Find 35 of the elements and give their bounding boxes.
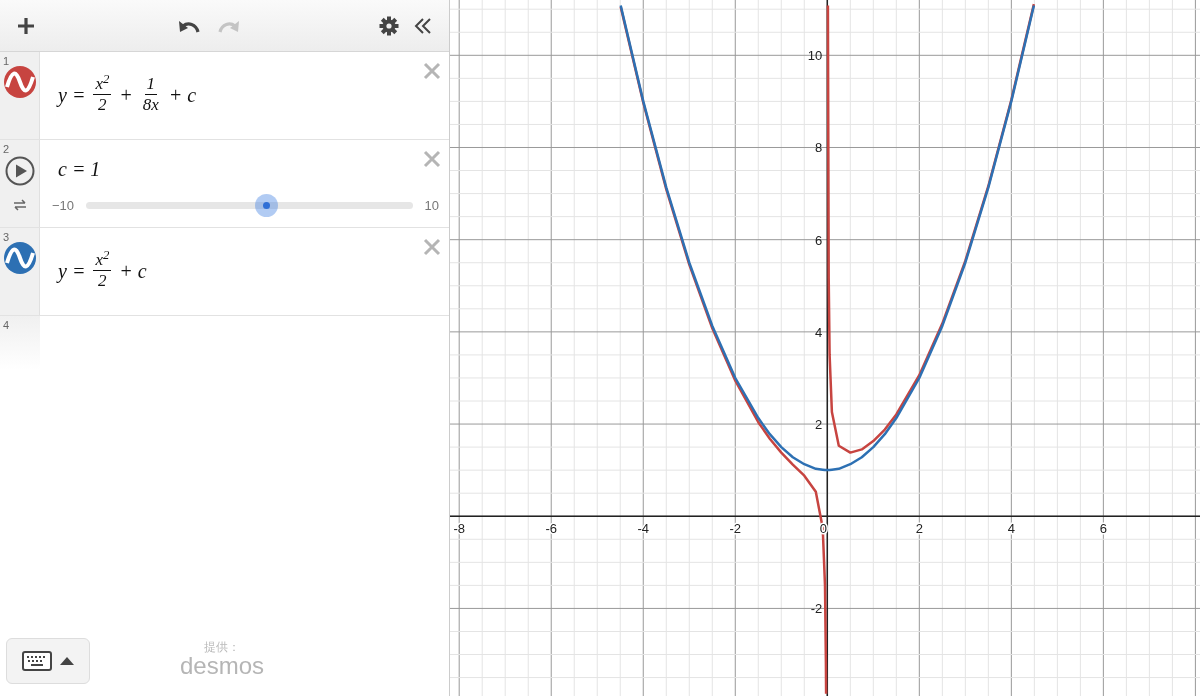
curve-toggle-icon[interactable] <box>3 242 36 274</box>
y-tick-label: 8 <box>815 140 823 156</box>
x-tick-label: -2 <box>729 521 742 537</box>
powered-by-label: 提供： <box>204 640 240 654</box>
x-tick-label: 2 <box>915 521 923 537</box>
graph-canvas[interactable]: -8 -6 -4 -2 0 2 4 6 -2 2 4 6 8 10 <box>450 0 1200 696</box>
expression-number: 3 <box>3 230 10 245</box>
y-tick-label: -2 <box>810 601 823 617</box>
caret-icon <box>60 657 74 665</box>
y-tick-label: 10 <box>807 48 823 64</box>
x-tick-label: 4 <box>1007 521 1015 537</box>
add-icon[interactable] <box>16 15 36 36</box>
repeat-icon[interactable] <box>11 198 28 212</box>
x-tick-label: -8 <box>453 521 465 537</box>
expression-number: 1 <box>3 54 10 69</box>
slider-min[interactable]: −10 <box>52 195 75 216</box>
expression-number: 2 <box>3 142 10 157</box>
x-tick-label: -4 <box>637 521 650 537</box>
x-tick-label: 6 <box>1099 521 1107 537</box>
y-tick-label: 6 <box>815 232 823 248</box>
y-tick-label: 2 <box>815 417 823 433</box>
slider-max[interactable]: 10 <box>424 195 439 216</box>
slider-track[interactable] <box>86 194 413 217</box>
slider-thumb[interactable] <box>254 194 278 217</box>
keyboard-icon <box>22 651 52 671</box>
x-tick-label: 0 <box>819 521 827 537</box>
play-icon[interactable] <box>4 156 35 186</box>
collapse-icon[interactable] <box>413 15 433 36</box>
keyboard-button[interactable] <box>6 638 90 684</box>
curve-toggle-icon[interactable] <box>3 66 36 98</box>
expression-number: 4 <box>3 318 10 333</box>
settings-icon[interactable] <box>379 15 399 36</box>
y-tick-label: 4 <box>815 324 823 340</box>
math-expression[interactable]: c = 1 <box>58 154 101 184</box>
x-tick-label: -6 <box>545 521 557 537</box>
